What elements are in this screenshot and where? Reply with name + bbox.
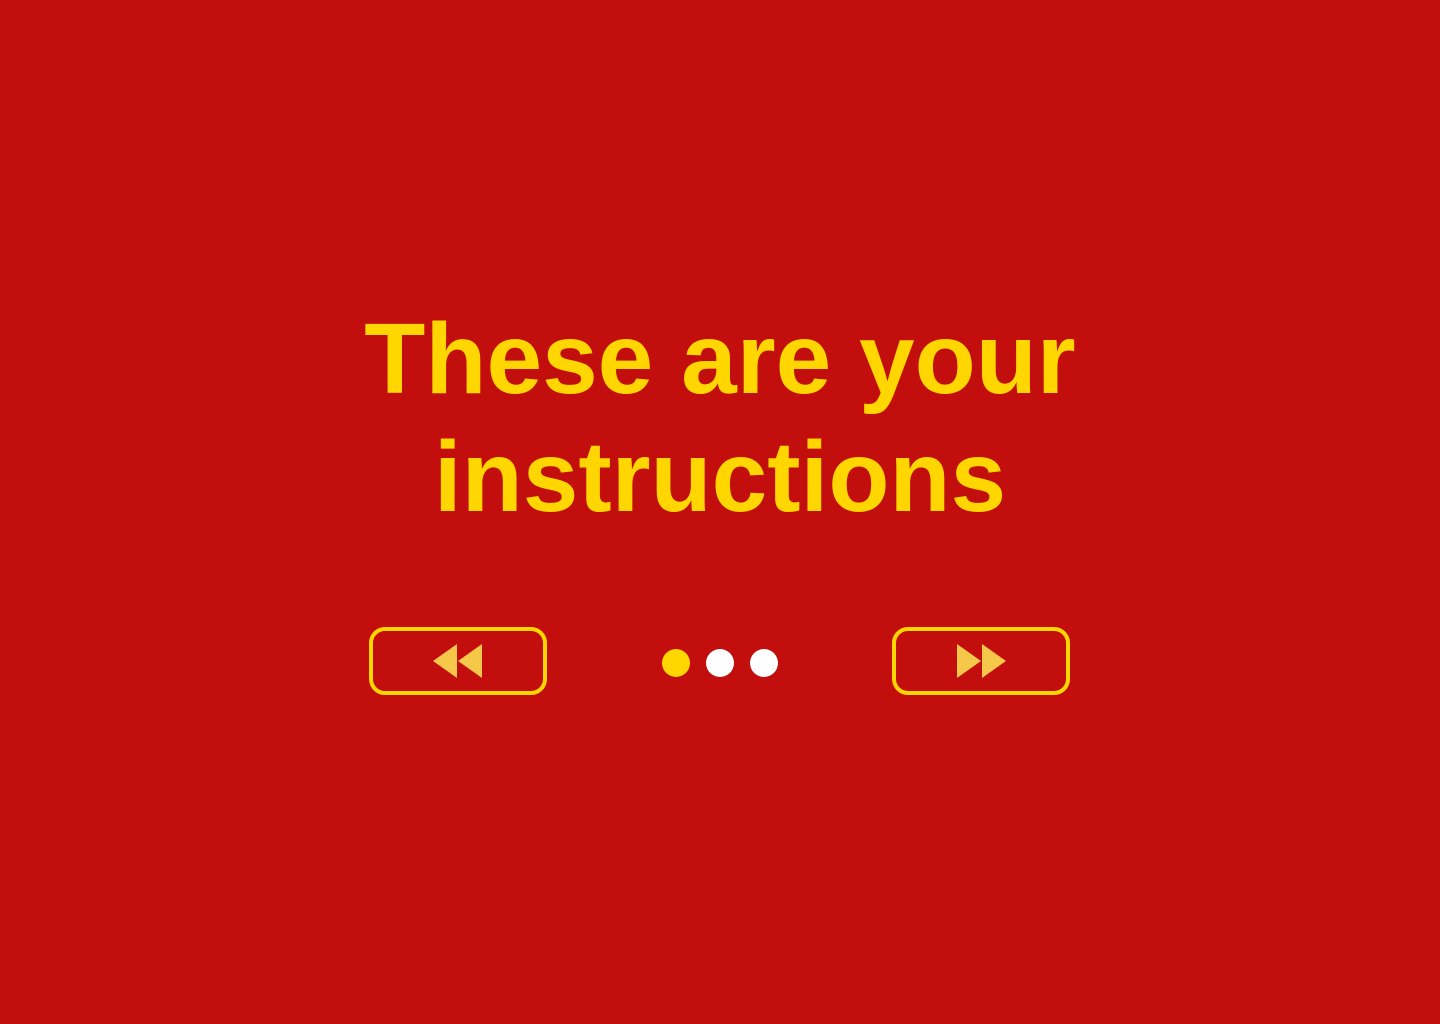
pagination-dots [662,648,780,678]
page-dot-3[interactable] [750,649,778,677]
page-dot-1[interactable] [662,649,690,677]
title-line-1: These are your [364,303,1076,415]
rewind-icon [433,644,482,678]
page-dot-2[interactable] [706,649,734,677]
next-button[interactable] [892,627,1070,695]
previous-button[interactable] [369,627,547,695]
instructions-screen: These are your instructions [0,0,1440,1024]
title-line-2: instructions [433,421,1007,533]
page-title: These are your instructions [0,300,1440,536]
fast-forward-icon [957,644,1006,678]
